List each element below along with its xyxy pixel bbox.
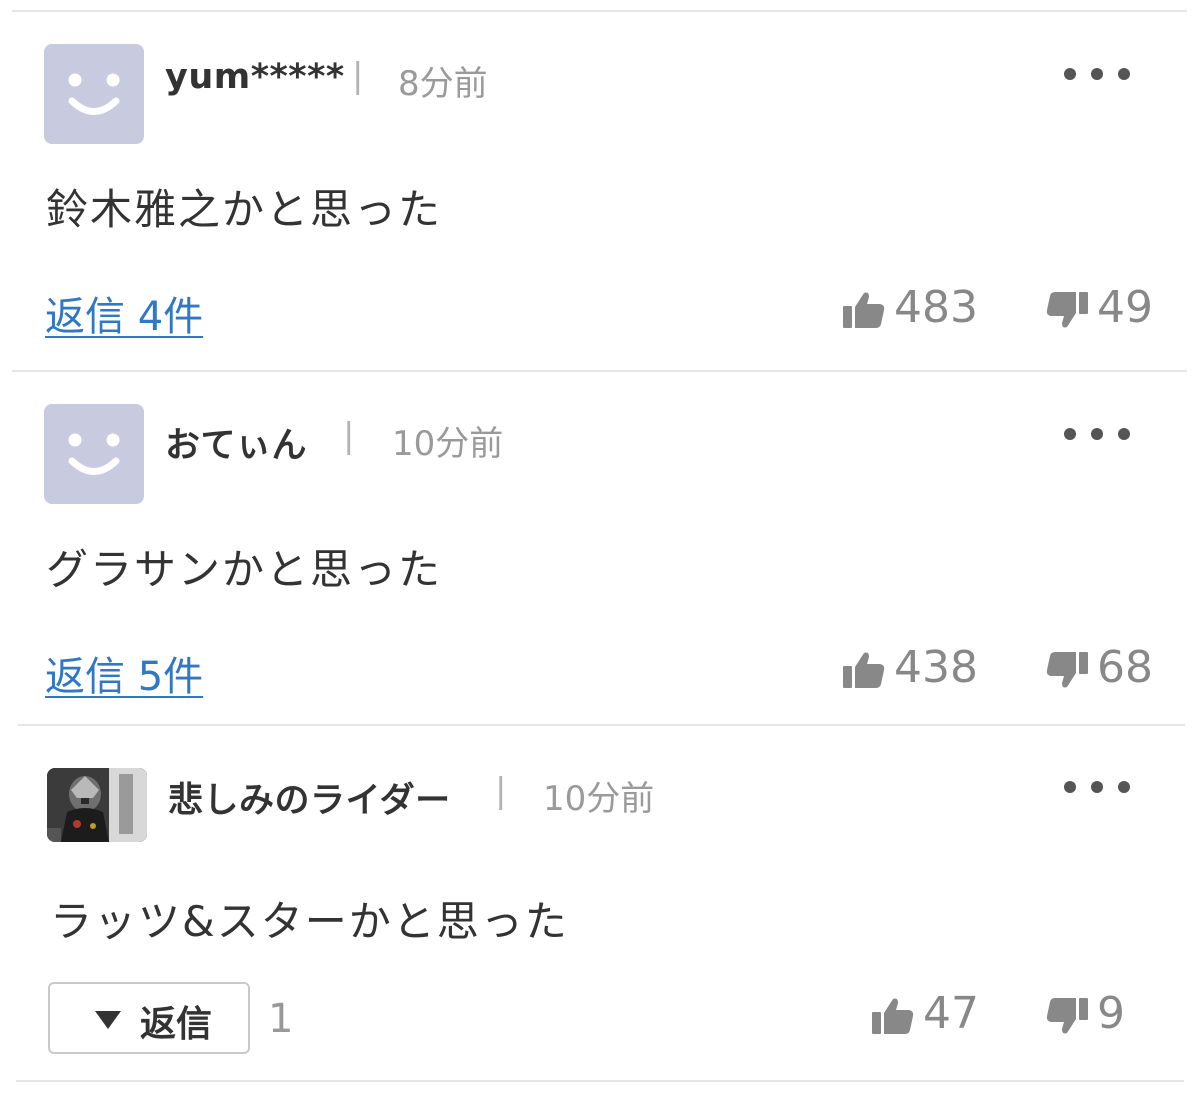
reply-link[interactable]: 返信 5件 [45, 644, 203, 702]
reply-button-label: 返信 [140, 1004, 213, 1045]
thumbs-down-icon [1046, 652, 1088, 688]
rider-photo-avatar[interactable] [47, 768, 147, 842]
top-divider [12, 10, 1187, 12]
smiley-avatar-icon [68, 73, 120, 115]
timestamp: 10分前 [543, 779, 655, 819]
username[interactable]: おてぃん [165, 417, 307, 468]
username[interactable]: yum***** [165, 57, 345, 97]
thumbs-up-icon [872, 998, 914, 1034]
avatar[interactable] [44, 44, 144, 144]
thumbs-down-icon [1046, 998, 1088, 1034]
separator: | [495, 771, 507, 811]
username[interactable]: 悲しみのライダー [168, 772, 451, 823]
comment-divider [18, 724, 1185, 726]
reply-count: 1 [268, 996, 294, 1042]
dislike-count: 68 [1097, 642, 1153, 693]
like-count: 47 [923, 988, 979, 1039]
comment-text: グラサンかと思った [46, 545, 443, 594]
timestamp: 10分前 [392, 424, 504, 464]
reply-link[interactable]: 返信 4件 [45, 284, 203, 342]
comment-text: ラッツ&スターかと思った [50, 897, 569, 946]
smiley-avatar-icon [68, 433, 120, 475]
reply-toggle-button[interactable]: 返信 [48, 982, 250, 1054]
like-count: 483 [894, 282, 978, 333]
avatar[interactable] [44, 404, 144, 504]
thumbs-up-icon [843, 652, 885, 688]
separator: | [352, 56, 364, 96]
more-dots-icon[interactable] [1064, 63, 1130, 83]
thumbs-down-icon [1046, 292, 1088, 328]
comment-divider [12, 370, 1187, 372]
bottom-divider [16, 1080, 1184, 1082]
more-dots-icon[interactable] [1064, 423, 1130, 443]
timestamp: 8分前 [398, 64, 488, 104]
like-count: 438 [894, 642, 978, 693]
more-dots-icon[interactable] [1064, 776, 1130, 796]
dislike-count: 49 [1097, 282, 1153, 333]
triangle-down-icon [95, 1011, 121, 1029]
dislike-count: 9 [1097, 988, 1125, 1039]
comment-text: 鈴木雅之かと思った [46, 185, 443, 234]
separator: | [343, 416, 355, 456]
rider-photo-avatar-image [47, 768, 147, 842]
thumbs-up-icon [843, 292, 885, 328]
